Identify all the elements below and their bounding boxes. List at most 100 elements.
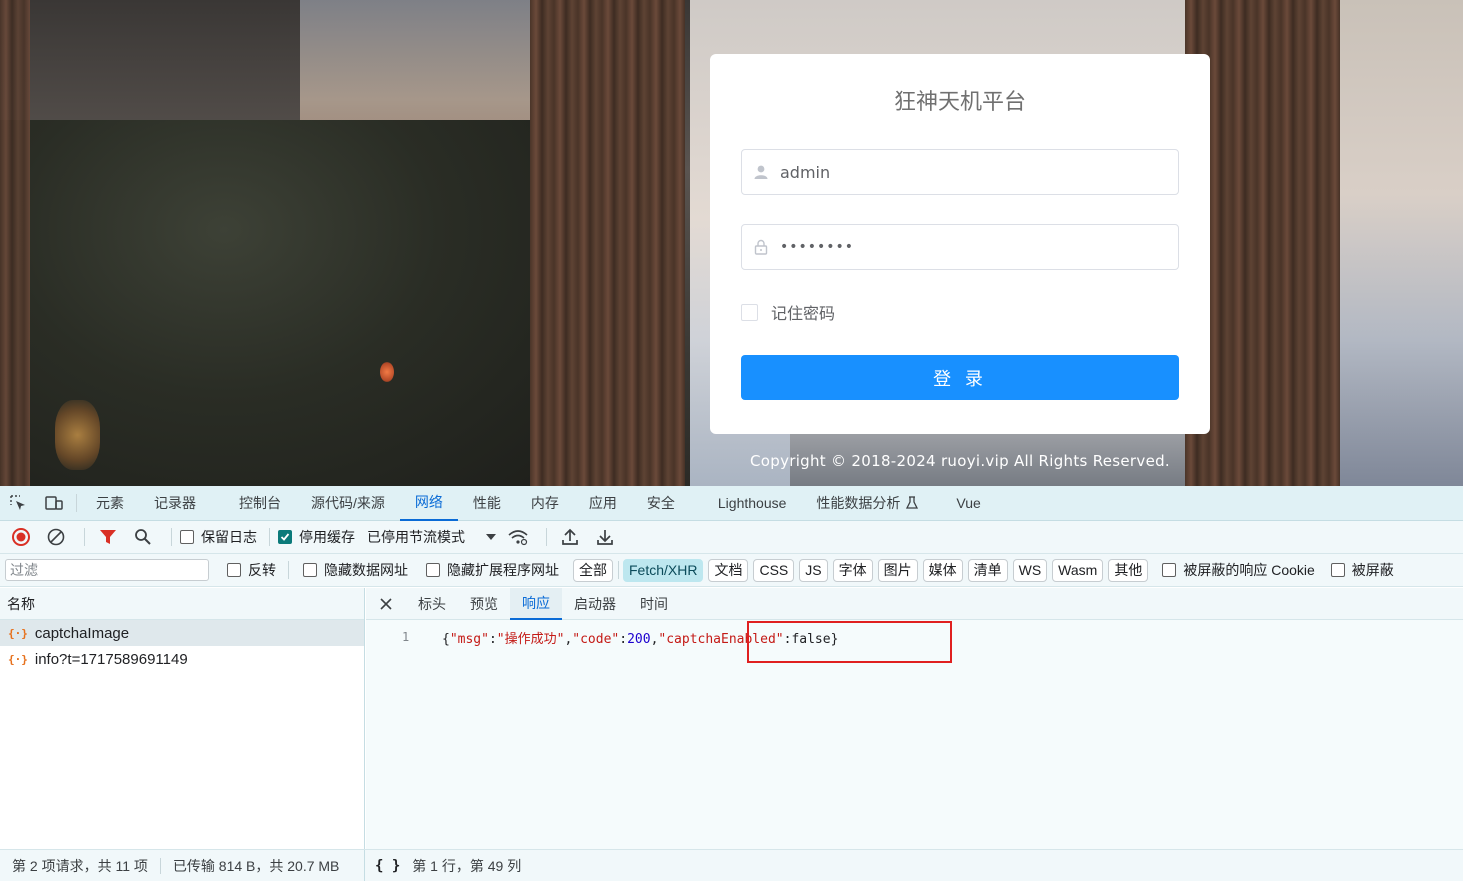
- record-stop-icon[interactable]: [6, 522, 36, 552]
- xhr-icon: {·}: [8, 626, 28, 640]
- password-input[interactable]: ••••••••: [741, 224, 1179, 270]
- username-value: admin: [780, 162, 831, 182]
- json-punct: :: [488, 632, 497, 647]
- filter-input[interactable]: 过滤: [5, 559, 209, 581]
- tab-lighthouse[interactable]: Lighthouse: [703, 486, 802, 521]
- type-filter-wasm[interactable]: Wasm: [1052, 558, 1104, 582]
- disable-cache-label: 停用缓存: [299, 529, 355, 545]
- highlight-annotation: [747, 621, 952, 663]
- disable-cache-checkbox[interactable]: [278, 530, 292, 544]
- type-filter-img[interactable]: 图片: [877, 558, 918, 582]
- tab-preview[interactable]: 预览: [458, 588, 510, 620]
- request-name: captchaImage: [34, 624, 130, 642]
- name-column-header[interactable]: 名称: [0, 588, 364, 620]
- tab-memory[interactable]: 内存: [516, 486, 574, 521]
- close-icon[interactable]: [366, 588, 406, 620]
- separator: [546, 528, 547, 546]
- throttling-select[interactable]: 已停用节流模式: [367, 527, 497, 547]
- tab-initiator[interactable]: 启动器: [562, 588, 628, 620]
- filter-icon[interactable]: [93, 522, 123, 552]
- inspect-element-icon[interactable]: [0, 486, 36, 521]
- device-toolbar-icon[interactable]: [36, 486, 72, 521]
- request-row[interactable]: {·} captchaImage: [0, 620, 364, 646]
- preserve-log-label: 保留日志: [201, 529, 257, 545]
- type-filter-ws[interactable]: WS: [1012, 558, 1048, 582]
- invert-checkbox[interactable]: [227, 563, 241, 577]
- clear-icon[interactable]: [41, 522, 71, 552]
- import-har-icon[interactable]: [555, 522, 585, 552]
- preserve-log-toggle[interactable]: 保留日志: [180, 527, 257, 547]
- username-input[interactable]: admin: [741, 149, 1179, 195]
- type-filter-css[interactable]: CSS: [753, 558, 795, 582]
- remember-checkbox[interactable]: [741, 303, 758, 321]
- cursor-position: 第 1 行，第 49 列: [412, 857, 522, 874]
- pretty-print-icon[interactable]: { }: [375, 858, 400, 874]
- type-filter-font[interactable]: 字体: [832, 558, 873, 582]
- preserve-log-checkbox[interactable]: [180, 530, 194, 544]
- dropdown-arrow-icon: [486, 534, 496, 540]
- hide-extension-urls-toggle[interactable]: 隐藏扩展程序网址: [426, 560, 559, 580]
- hide-data-urls-checkbox[interactable]: [303, 563, 317, 577]
- type-filter-doc[interactable]: 文档: [708, 558, 749, 582]
- request-name: info?t=1717589691149: [34, 650, 188, 668]
- hide-data-urls-toggle[interactable]: 隐藏数据网址: [303, 560, 408, 580]
- disable-cache-toggle[interactable]: 停用缓存: [278, 527, 355, 547]
- request-row[interactable]: {·} info?t=1717589691149: [0, 646, 364, 672]
- tab-recorder[interactable]: 记录器: [139, 486, 224, 521]
- copyright-text: Copyright © 2018-2024 ruoyi.vip All Righ…: [750, 452, 1170, 470]
- tab-console[interactable]: 控制台: [224, 486, 296, 521]
- separator: [159, 857, 161, 874]
- blocked-cookies-toggle[interactable]: 被屏蔽的响应 Cookie: [1162, 560, 1315, 580]
- blocked-requests-checkbox[interactable]: [1330, 563, 1345, 577]
- blocked-requests-toggle[interactable]: 被屏蔽: [1330, 560, 1394, 580]
- blocked-cookies-label: 被屏蔽的响应 Cookie: [1183, 562, 1315, 578]
- separator: [269, 528, 270, 546]
- xhr-icon: {·}: [8, 652, 28, 666]
- devtools-panel: 元素 记录器 控制台 源代码/来源 网络 性能 内存 应用 安全 Lightho…: [0, 486, 1463, 881]
- type-filter-fetch-xhr[interactable]: Fetch/XHR: [623, 558, 704, 582]
- line-number: 1: [402, 630, 410, 644]
- invert-toggle[interactable]: 反转: [227, 560, 276, 580]
- type-filter-all[interactable]: 全部: [573, 558, 613, 582]
- separator: [84, 528, 85, 546]
- network-conditions-icon[interactable]: [503, 522, 533, 552]
- status-right: { } 第 1 行，第 49 列: [365, 856, 521, 876]
- login-page: 狂神天机平台 admin •••••••• 记住密码 登 录 Copyright…: [0, 0, 1463, 486]
- tab-performance[interactable]: 性能: [458, 486, 516, 521]
- export-har-icon[interactable]: [590, 522, 620, 552]
- tab-headers[interactable]: 标头: [406, 588, 458, 620]
- invert-label: 反转: [248, 562, 276, 578]
- json-string: "操作成功": [496, 632, 565, 647]
- request-list: 名称 {·} captchaImage {·} info?t=171758969…: [0, 588, 365, 849]
- blocked-cookies-checkbox[interactable]: [1162, 563, 1177, 577]
- search-icon[interactable]: [128, 522, 158, 552]
- json-key: "msg": [449, 632, 489, 647]
- tab-response[interactable]: 响应: [510, 587, 562, 620]
- separator: [618, 561, 619, 579]
- tab-network[interactable]: 网络: [399, 486, 458, 521]
- remember-password[interactable]: 记住密码: [741, 300, 835, 324]
- tab-vue[interactable]: Vue: [934, 486, 995, 521]
- network-main: 名称 {·} captchaImage {·} info?t=171758969…: [0, 587, 1463, 849]
- response-body[interactable]: 1 {"msg":"操作成功","code":200,"captchaEnabl…: [366, 620, 1463, 849]
- tab-performance-insights[interactable]: 性能数据分析: [801, 486, 934, 521]
- tab-timing[interactable]: 时间: [628, 588, 680, 620]
- type-filter-js[interactable]: JS: [799, 558, 828, 582]
- tab-elements[interactable]: 元素: [81, 486, 139, 521]
- background-post: [0, 0, 30, 486]
- separator: [76, 494, 77, 512]
- status-bar: 第 2 项请求，共 11 项 已传输 814 B，共 20.7 MB { } 第…: [0, 849, 1463, 881]
- hide-extension-urls-checkbox[interactable]: [426, 563, 440, 577]
- tab-security[interactable]: 安全: [632, 486, 703, 521]
- tab-application[interactable]: 应用: [574, 486, 632, 521]
- type-filter-media[interactable]: 媒体: [922, 558, 963, 582]
- status-left: 第 2 项请求，共 11 项 已传输 814 B，共 20.7 MB: [0, 850, 365, 881]
- type-filter-manifest[interactable]: 清单: [967, 558, 1008, 582]
- login-button[interactable]: 登 录: [741, 355, 1179, 400]
- user-icon: [742, 150, 780, 194]
- throttling-value: 已停用节流模式: [367, 529, 465, 545]
- tab-sources[interactable]: 源代码/来源: [296, 486, 400, 521]
- type-filter-other[interactable]: 其他: [1108, 558, 1149, 582]
- background-window-right: [1340, 0, 1463, 486]
- remember-label: 记住密码: [771, 304, 836, 323]
